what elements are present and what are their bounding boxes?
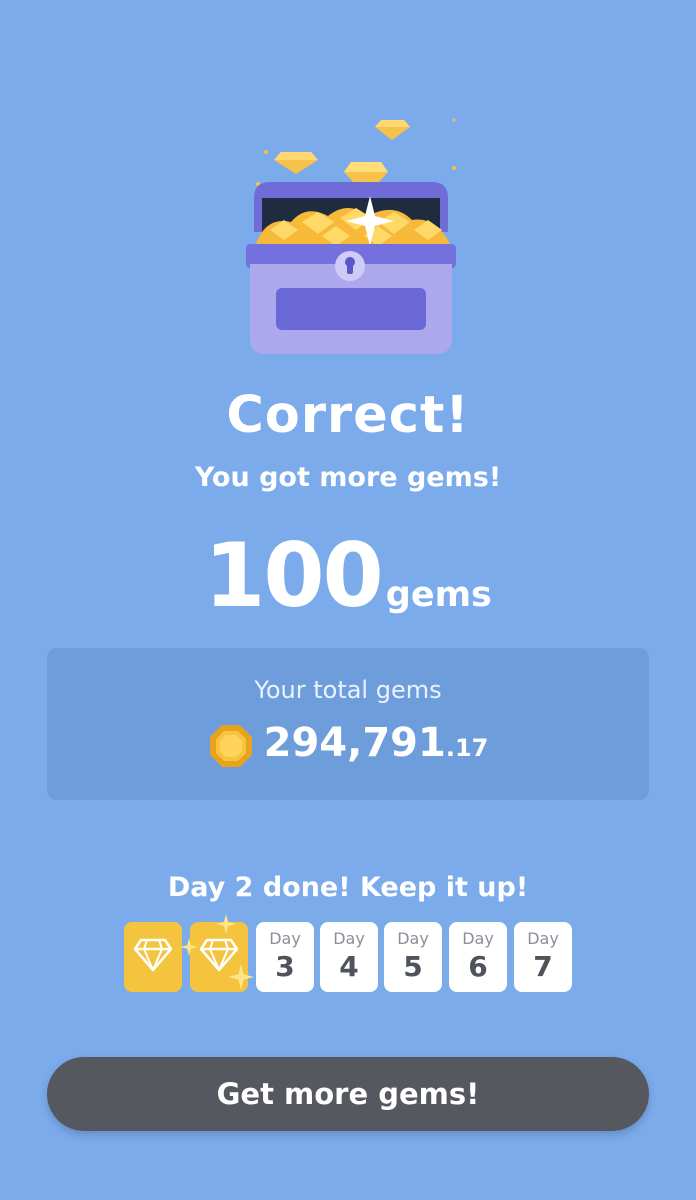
reward-amount: 100 [204,524,384,627]
reward-display: 100 gems [0,528,696,624]
streak-tracker: Day 3 Day 4 Day 5 Day 6 Day 7 [124,914,574,994]
streak-day-number: 6 [468,950,488,983]
streak-day-label: Day [269,929,301,948]
floating-gem-icon [274,152,318,174]
total-gems-value: 294,791.17 [47,720,649,775]
streak-day-4: Day 4 [320,922,378,992]
treasure-chest-icon [236,112,466,362]
floating-gem-icon [375,120,410,140]
streak-day-number: 3 [275,950,295,983]
streak-day-label: Day [527,929,559,948]
total-gems-integer: 294,791 [263,720,446,766]
streak-day-1-completed [124,922,182,992]
streak-message: Day 2 done! Keep it up! [167,872,529,903]
sparkle-icon [180,938,198,956]
reward-unit: gems [385,575,492,615]
streak-day-label: Day [462,929,494,948]
streak-day-5: Day 5 [384,922,442,992]
streak-day-number: 7 [533,950,553,983]
streak-day-6: Day 6 [449,922,507,992]
get-more-gems-button[interactable]: Get more gems! [47,1057,649,1131]
streak-day-7: Day 7 [514,922,572,992]
result-title: Correct! [226,386,470,445]
streak-day-label: Day [397,929,429,948]
gem-icon [208,723,254,769]
total-gems-card: Your total gems 294,791.17 [47,648,649,800]
sparkle-icon [228,964,254,990]
streak-day-number: 4 [339,950,359,983]
streak-day-label: Day [333,929,365,948]
streak-day-number: 5 [403,950,423,983]
streak-day-3: Day 3 [256,922,314,992]
total-gems-label: Your total gems [254,676,442,704]
sparkle-icon [216,914,236,934]
result-subtitle: You got more gems! [194,462,502,493]
diamond-icon [133,938,173,972]
total-gems-decimal: .17 [445,734,489,762]
